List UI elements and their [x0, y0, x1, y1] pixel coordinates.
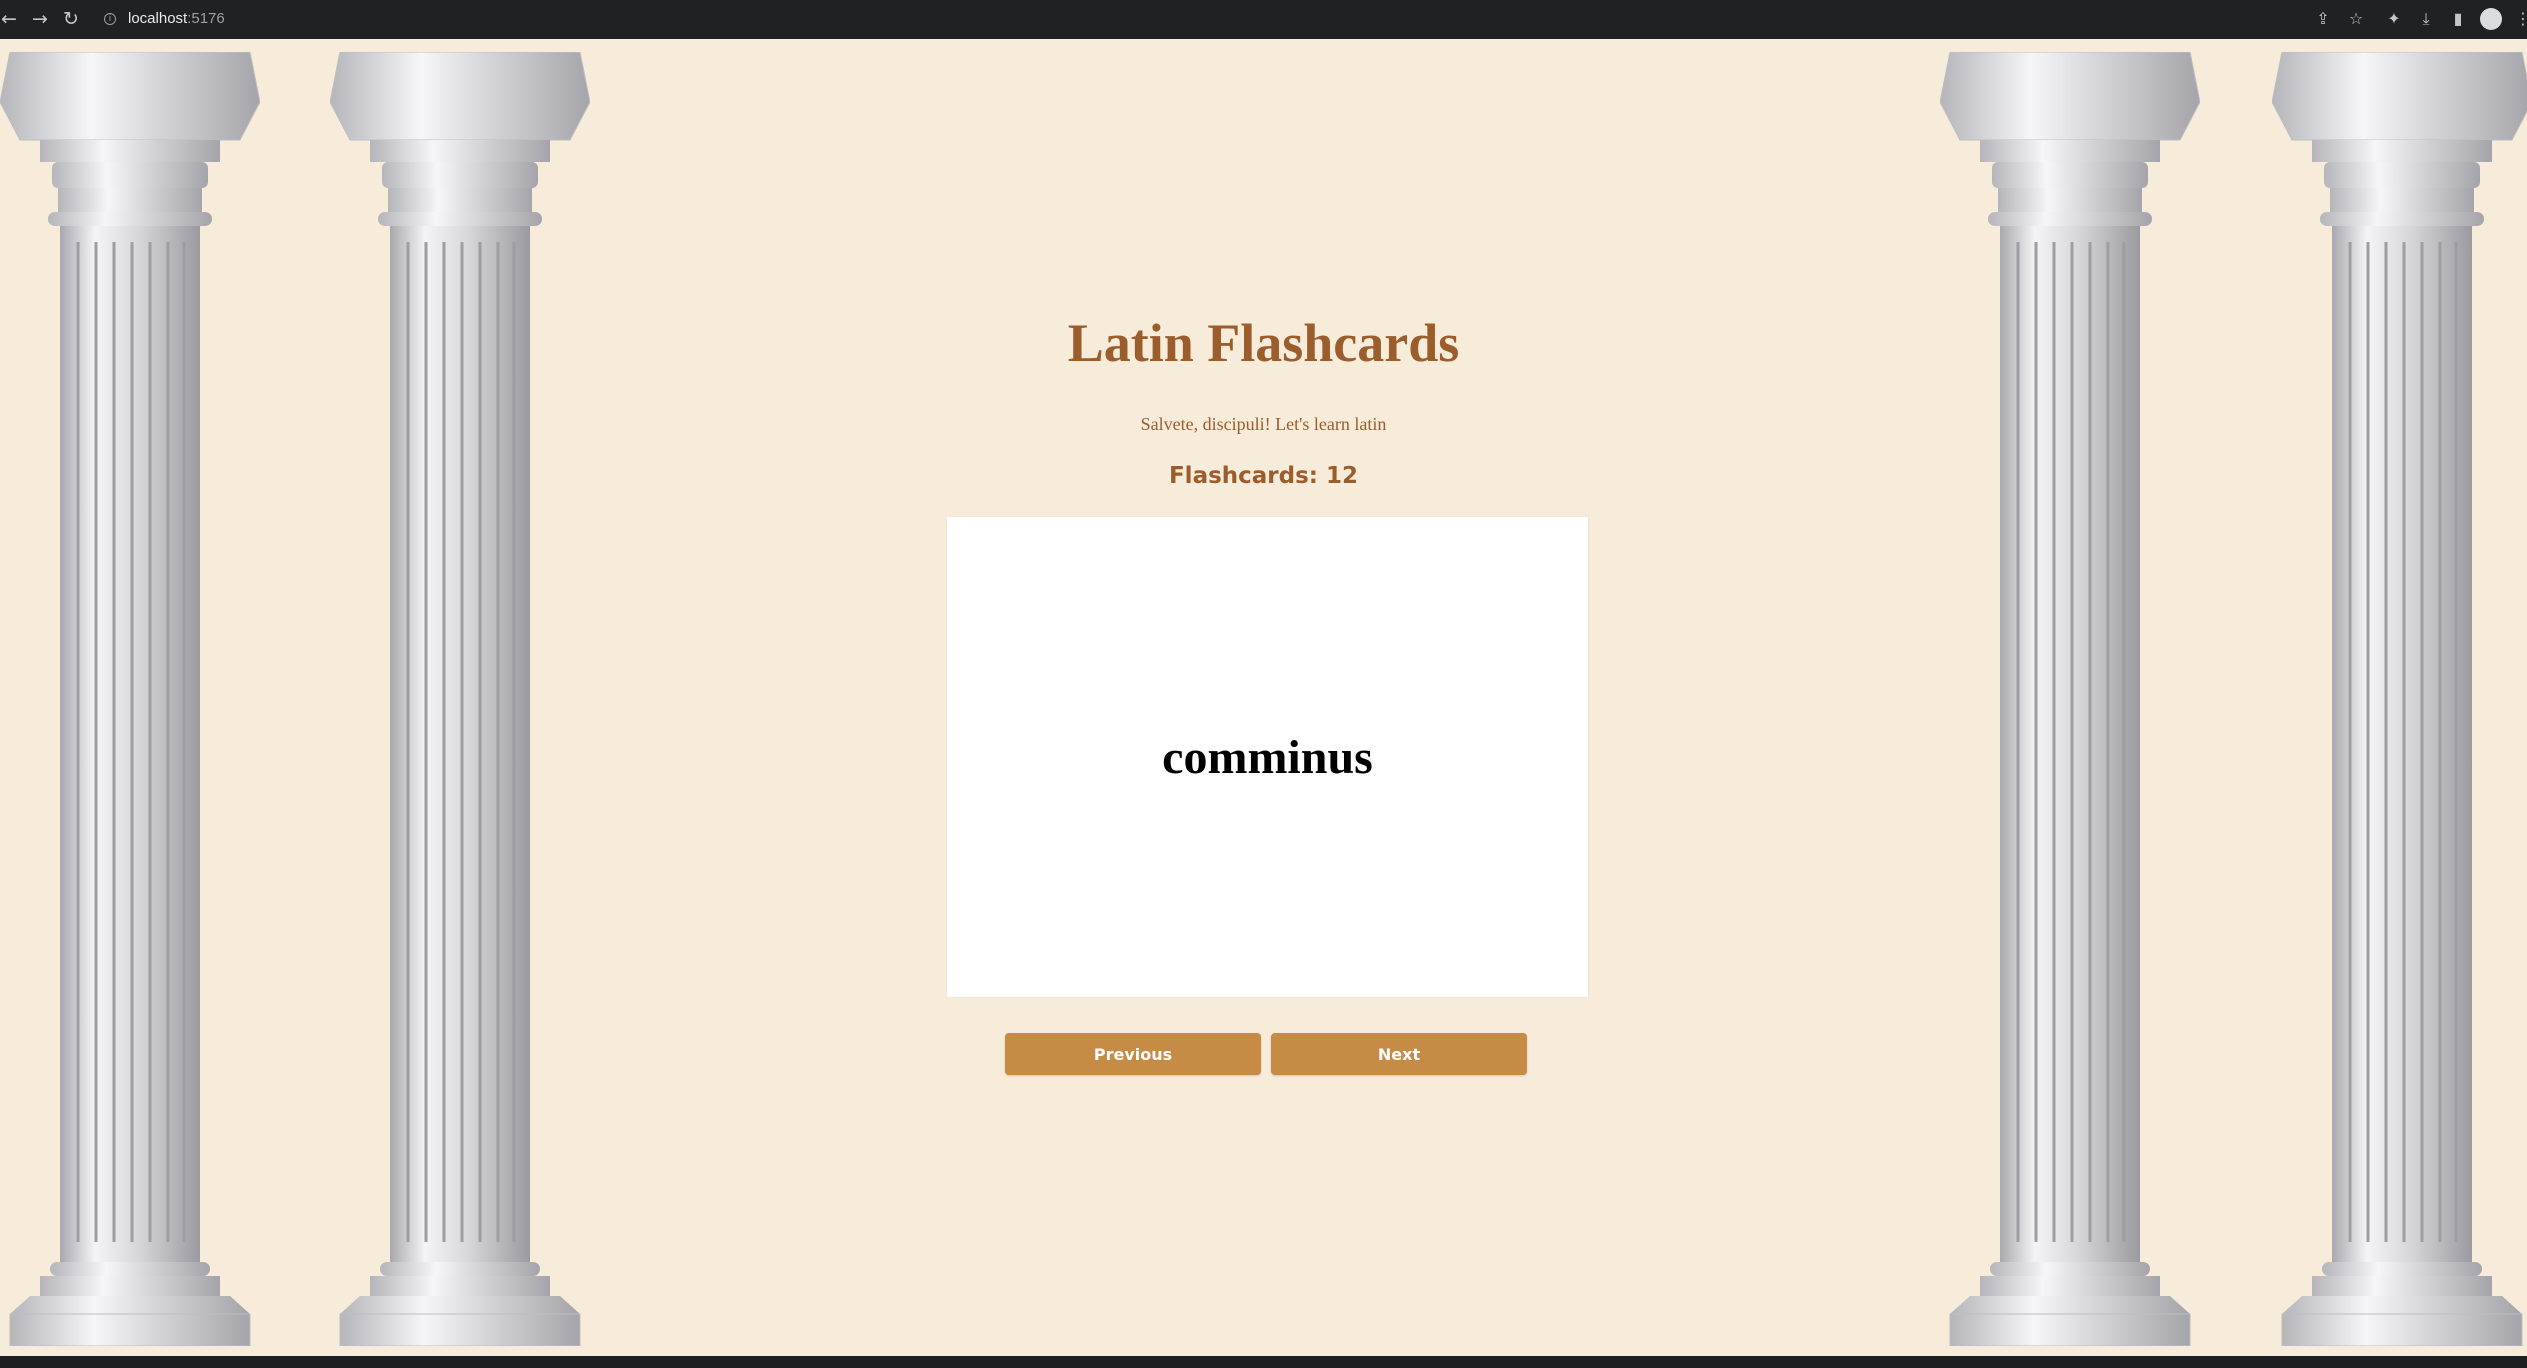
page-title: Latin Flashcards: [1067, 313, 1460, 373]
page-subtitle: Salvete, discipuli! Let's learn latin: [1140, 414, 1387, 434]
flashcard[interactable]: comminus: [947, 517, 1588, 997]
next-button[interactable]: Next: [1271, 1033, 1527, 1075]
flashcard-counter: Flashcards: 12: [1168, 463, 1359, 489]
flashcard-word: comminus: [1162, 730, 1373, 784]
previous-button[interactable]: Previous: [1005, 1033, 1261, 1075]
taskbar-strip: [0, 1356, 2527, 1368]
main-content: Latin Flashcards Salvete, discipuli! Let…: [0, 0, 2527, 1368]
